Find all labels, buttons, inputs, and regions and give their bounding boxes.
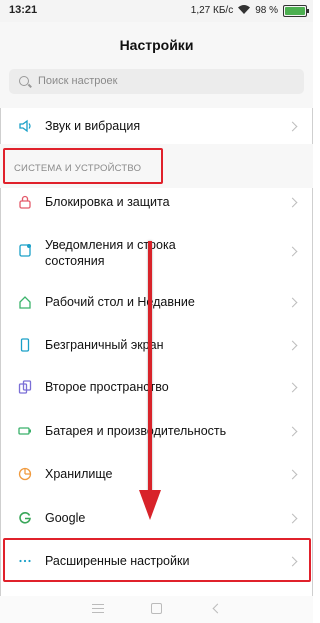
speaker-icon: [18, 119, 32, 133]
wifi-icon: [238, 4, 251, 17]
chevron-right-icon: [287, 469, 298, 480]
settings-item-label: Безграничный экран: [45, 338, 164, 352]
recents-menu-icon[interactable]: [92, 604, 104, 613]
settings-item-lock[interactable]: Блокировка и защита: [0, 188, 313, 216]
notification-icon: [18, 243, 32, 257]
chevron-right-icon: [287, 340, 298, 351]
settings-item-second-space[interactable]: Второе пространство: [0, 373, 313, 401]
settings-item-notifications[interactable]: Уведомления и строка состояния: [0, 232, 313, 272]
chevron-right-icon: [287, 426, 298, 437]
page-title: Настройки: [119, 37, 194, 53]
settings-item-sound[interactable]: Звук и вибрация: [0, 110, 313, 142]
google-icon: [18, 511, 32, 525]
settings-item-home-screen[interactable]: Рабочий стол и Недавние: [0, 288, 313, 316]
phone-screen-icon: [18, 338, 32, 352]
chevron-right-icon: [287, 246, 298, 257]
search-icon: [19, 76, 29, 86]
status-right: 1,27 КБ/с 98 %: [190, 4, 309, 17]
status-bar: 13:21 1,27 КБ/с 98 %: [0, 0, 313, 22]
lock-icon: [18, 195, 32, 209]
settings-item-storage[interactable]: Хранилище: [0, 460, 313, 488]
annotation-arrow-line: [148, 241, 152, 496]
battery-percent: 98 %: [255, 5, 278, 16]
home-icon: [18, 295, 32, 309]
annotation-arrow-head: [139, 490, 161, 520]
battery-icon: [18, 424, 32, 438]
chevron-right-icon: [287, 382, 298, 393]
battery-status-icon: [283, 4, 309, 17]
settings-item-battery[interactable]: Батарея и производительность: [0, 417, 313, 445]
settings-item-label: Батарея и производительность: [45, 424, 227, 438]
back-button-icon[interactable]: [212, 603, 223, 614]
settings-item-label: Рабочий стол и Недавние: [45, 295, 195, 309]
settings-item-label: Google: [45, 511, 86, 525]
chevron-right-icon: [287, 297, 298, 308]
annotation-box-section: [3, 148, 163, 184]
search-placeholder: Поиск настроек: [38, 75, 118, 87]
settings-item-label: Звук и вибрация: [45, 119, 141, 133]
settings-item-label: Уведомления и строка состояния: [45, 238, 176, 268]
settings-item-full-screen[interactable]: Безграничный экран: [0, 331, 313, 359]
chevron-right-icon: [287, 513, 298, 524]
chevron-right-icon: [287, 197, 298, 208]
storage-pie-icon: [18, 467, 32, 481]
home-button-icon[interactable]: [151, 603, 162, 614]
chevron-right-icon: [287, 121, 298, 132]
second-space-icon: [18, 380, 32, 394]
settings-item-label: Хранилище: [45, 467, 113, 481]
navigation-bar: [0, 596, 313, 623]
network-speed: 1,27 КБ/с: [190, 5, 234, 16]
battery-fill: [285, 6, 305, 15]
search-input[interactable]: Поиск настроек: [9, 69, 304, 94]
header-area: [0, 22, 313, 108]
annotation-box-advanced: [3, 538, 311, 582]
status-time: 13:21: [9, 4, 38, 16]
settings-item-label: Блокировка и защита: [45, 195, 170, 209]
